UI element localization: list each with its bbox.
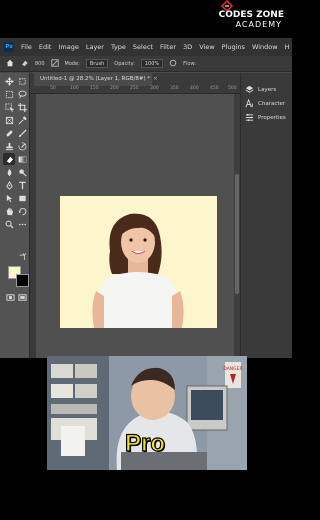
brush-size-value[interactable]: 800 bbox=[35, 61, 45, 67]
ruler-tick-label: 150 bbox=[90, 86, 99, 91]
hand-tool-icon[interactable] bbox=[3, 205, 15, 217]
background-color-swatch[interactable] bbox=[16, 274, 29, 287]
options-bar: 800 Mode: Brush Opacity: 100% Flow: bbox=[0, 56, 292, 72]
rectangle-tool-icon[interactable] bbox=[16, 192, 28, 204]
type-tool-icon[interactable] bbox=[16, 179, 28, 191]
layers-icon bbox=[245, 85, 254, 94]
menu-3d[interactable]: 3D bbox=[183, 43, 192, 51]
menu-type[interactable]: Type bbox=[111, 43, 126, 51]
pen-tool-icon[interactable] bbox=[3, 179, 15, 191]
move-tool-icon[interactable] bbox=[3, 75, 15, 87]
object-select-tool-icon[interactable] bbox=[3, 101, 15, 113]
more-tools-icon[interactable] bbox=[16, 218, 28, 230]
panel-tab-layers[interactable]: Layers bbox=[245, 85, 276, 94]
flow-label: Flow: bbox=[183, 60, 196, 67]
zoom-tool-icon[interactable] bbox=[3, 218, 15, 230]
quick-mask-icon[interactable] bbox=[4, 291, 16, 303]
eraser-tool-icon[interactable] bbox=[3, 153, 15, 165]
ruler-tick-label: 50 bbox=[50, 86, 56, 91]
brand-name: CODES ZONE bbox=[218, 10, 284, 20]
menu-image[interactable]: Image bbox=[58, 43, 78, 51]
menu-window[interactable]: Window bbox=[252, 43, 278, 51]
menu-select[interactable]: Select bbox=[133, 43, 153, 51]
menu-plugins[interactable]: Plugins bbox=[222, 43, 245, 51]
clone-stamp-tool-icon[interactable] bbox=[3, 140, 15, 152]
eyedropper-tool-icon[interactable] bbox=[16, 114, 28, 126]
menu-filter[interactable]: Filter bbox=[160, 43, 176, 51]
woman-portrait-photo bbox=[60, 196, 217, 328]
crop-tool-icon[interactable] bbox=[16, 101, 28, 113]
document-tab[interactable]: Untitled-1 @ 28.2% (Layer 1, RGB/8#) * × bbox=[34, 73, 158, 86]
panel-label: Properties bbox=[258, 114, 286, 121]
frame-tool-icon[interactable] bbox=[3, 114, 15, 126]
document-canvas[interactable] bbox=[60, 196, 217, 328]
marquee-tool-icon[interactable] bbox=[3, 88, 15, 100]
ruler-tick-label: 200 bbox=[110, 86, 119, 91]
properties-icon bbox=[245, 113, 254, 122]
document-tab-title: Untitled-1 @ 28.2% (Layer 1, RGB/8#) * bbox=[40, 76, 151, 82]
gradient-tool-icon[interactable] bbox=[16, 153, 28, 165]
ruler-tick-label: 300 bbox=[150, 86, 159, 91]
menu-bar: Ps File Edit Image Layer Type Select Fil… bbox=[0, 38, 292, 56]
panel-tab-character[interactable]: Character bbox=[245, 99, 285, 108]
close-tab-icon[interactable]: × bbox=[153, 76, 158, 82]
screen-mode-icon[interactable] bbox=[16, 291, 28, 303]
panel-label: Layers bbox=[258, 86, 277, 93]
horizontal-ruler: 50 100 150 200 250 300 350 400 450 500 bbox=[30, 86, 240, 94]
ruler-tick-label: 400 bbox=[190, 86, 199, 91]
brand-subtitle: ACADEMY bbox=[235, 20, 282, 29]
home-icon[interactable] bbox=[6, 59, 14, 69]
eraser-preset-icon[interactable] bbox=[20, 59, 29, 69]
ruler-tick-label: 250 bbox=[130, 86, 139, 91]
meme-caption: Pro bbox=[124, 429, 166, 457]
dodge-tool-icon[interactable] bbox=[16, 166, 28, 178]
rotate-view-tool-icon[interactable] bbox=[16, 205, 28, 217]
panel-label: Character bbox=[258, 100, 286, 107]
scrollbar-thumb[interactable] bbox=[235, 174, 239, 294]
menu-view[interactable]: View bbox=[199, 43, 214, 51]
photoshop-logo: Ps bbox=[4, 42, 14, 52]
blur-tool-icon[interactable] bbox=[3, 166, 15, 178]
opacity-input[interactable]: 100% bbox=[140, 59, 164, 68]
character-icon bbox=[245, 99, 254, 108]
mode-label: Mode: bbox=[64, 60, 80, 67]
pressure-opacity-icon[interactable] bbox=[169, 59, 177, 69]
ruler-tick-label: 500 bbox=[228, 86, 237, 91]
ruler-tick-label: 100 bbox=[70, 86, 79, 91]
history-brush-tool-icon[interactable] bbox=[16, 140, 28, 152]
opacity-label: Opacity: bbox=[114, 60, 135, 67]
tools-panel bbox=[0, 73, 30, 358]
menu-edit[interactable]: Edit bbox=[39, 43, 52, 51]
danger-sign-text: DANGER bbox=[223, 366, 242, 372]
brush-tool-icon[interactable] bbox=[16, 127, 28, 139]
healing-brush-tool-icon[interactable] bbox=[3, 127, 15, 139]
mode-select[interactable]: Brush bbox=[85, 59, 109, 68]
document-tab-bar: Untitled-1 @ 28.2% (Layer 1, RGB/8#) * × bbox=[30, 73, 240, 86]
artboard-tool-icon[interactable] bbox=[16, 75, 28, 87]
channel-watermark: CODES ZONE ACADEMY bbox=[214, 0, 284, 34]
swap-colors-icon[interactable] bbox=[18, 252, 26, 261]
ruler-tick-label: 350 bbox=[170, 86, 179, 91]
menu-help[interactable]: H bbox=[285, 43, 290, 51]
path-selection-tool-icon[interactable] bbox=[3, 192, 15, 204]
right-panel-dock: Layers Character Properties bbox=[240, 73, 292, 358]
menu-file[interactable]: File bbox=[21, 43, 32, 51]
menu-layer[interactable]: Layer bbox=[86, 43, 104, 51]
ruler-tick-label: 450 bbox=[210, 86, 219, 91]
lasso-tool-icon[interactable] bbox=[16, 88, 28, 100]
panel-tab-properties[interactable]: Properties bbox=[245, 113, 286, 122]
brush-settings-icon[interactable] bbox=[50, 58, 59, 69]
